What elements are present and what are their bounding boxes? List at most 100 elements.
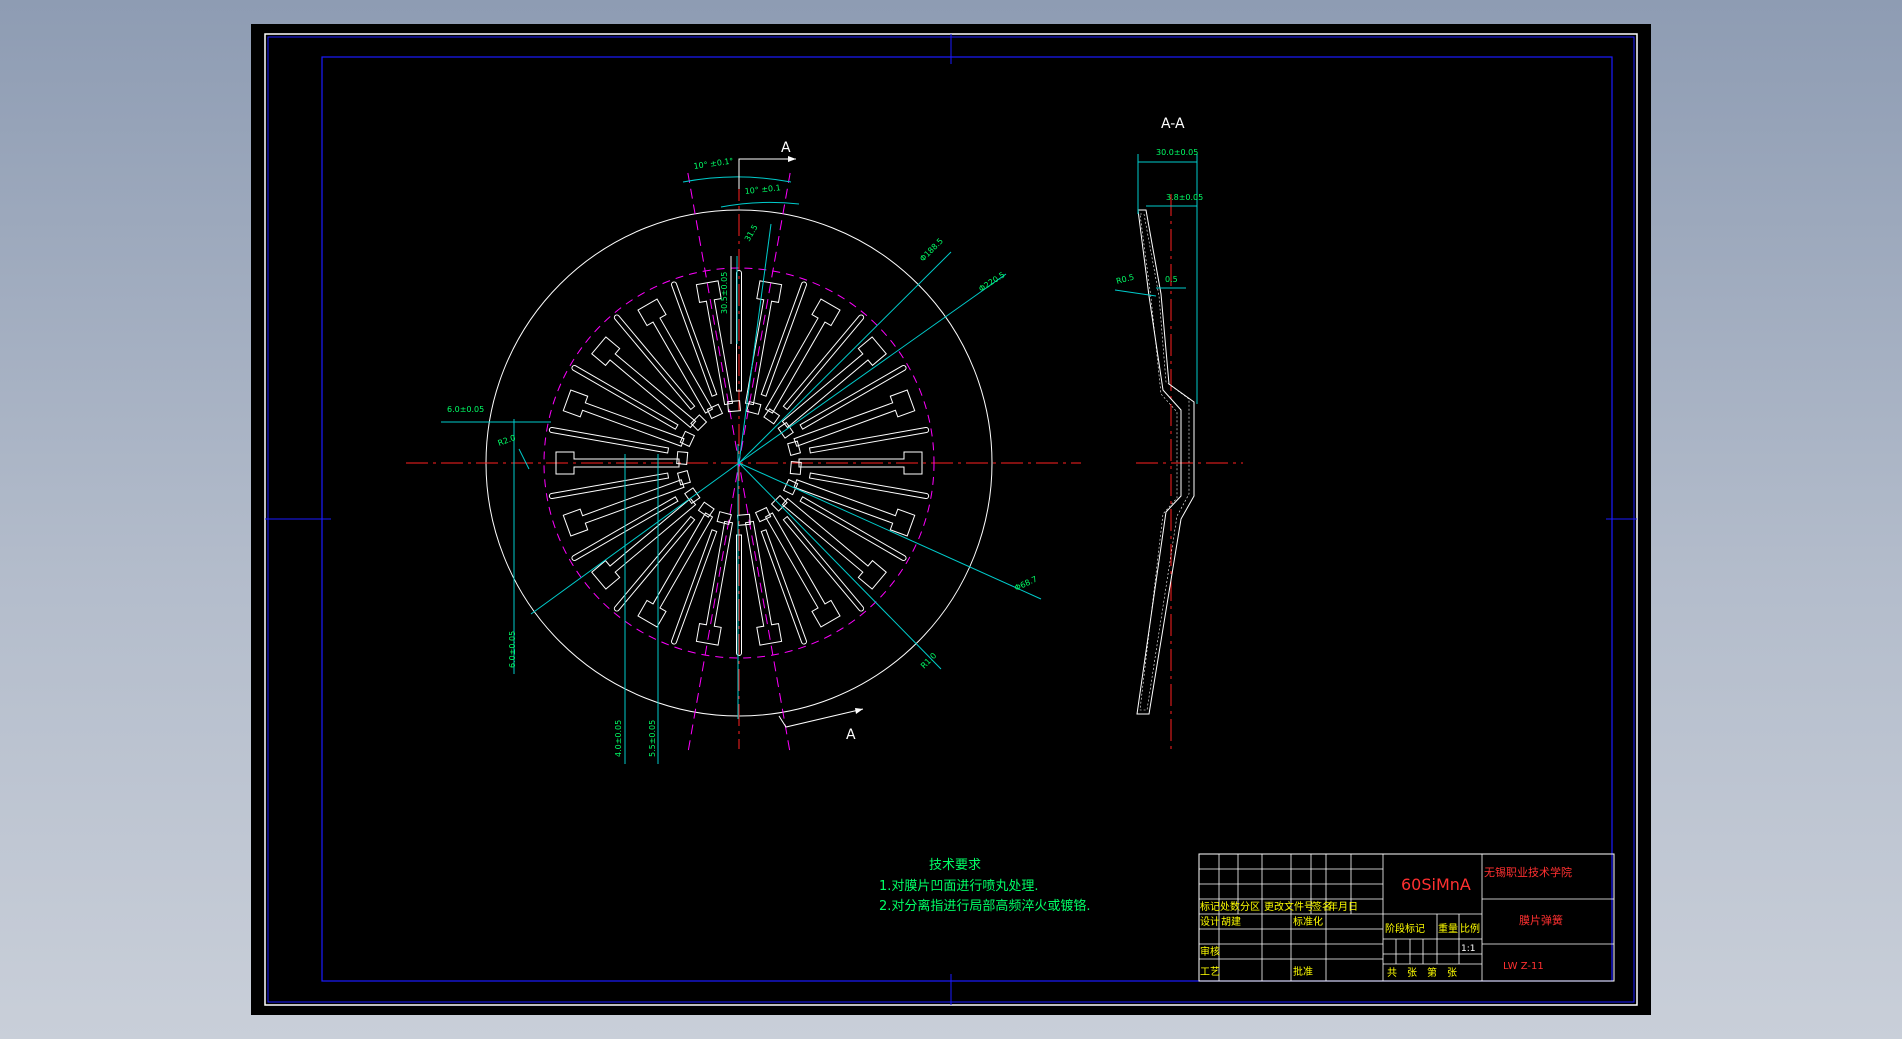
label-approve: 批准: [1293, 965, 1313, 978]
school-name: 无锡职业技术学院: [1484, 865, 1572, 879]
dim-dia-2: Φ220.5: [977, 270, 1006, 293]
dim-dia-1: Φ188.5: [918, 236, 945, 263]
slot-3: [760, 529, 807, 645]
finger-4: [744, 520, 783, 646]
leader-dia-2: [738, 273, 1007, 464]
sheets-label: 共 张 第 张: [1387, 966, 1457, 979]
finger-12: [637, 298, 714, 414]
dim-h-1: 4.0±0.05: [614, 720, 623, 757]
dim-dia-3: Φ68.7: [1013, 574, 1039, 592]
finger-outline: [695, 520, 734, 646]
inner-tab-11: [690, 414, 708, 432]
finger-14: [744, 280, 783, 406]
slot-5: [671, 529, 718, 645]
note-item-2: 2.对分离指进行局部高频淬火或镀铬.: [879, 898, 1091, 914]
finger-outline: [744, 520, 783, 646]
dim-depth-total: 30.0±0.05: [1156, 148, 1198, 157]
inner-tab-17: [787, 440, 802, 456]
slot-outline: [548, 427, 670, 454]
notes-title: 技术要求: [929, 858, 981, 873]
dim-rim-t: 0.5: [1165, 275, 1178, 284]
note-item-1: 1.对膜片凹面进行喷丸处理.: [879, 879, 1039, 894]
finger-outline: [637, 298, 714, 414]
label-process: 工艺: [1200, 966, 1220, 978]
section-marker-bottom: A: [778, 708, 864, 743]
dim-width-lower: 6.0±0.05: [508, 631, 517, 668]
dim-slot-offset: 31.5: [743, 223, 760, 243]
slot-outline: [760, 281, 807, 397]
inner-tab: [763, 408, 781, 425]
dim-rim-r: R0.5: [1115, 273, 1135, 286]
label-review: 审核: [1200, 945, 1220, 958]
part-name: 膜片弹簧: [1519, 913, 1563, 927]
angle-arc-outer: [682, 176, 792, 183]
title-block: 标记 处数 分区 更改文件号 签名 年月日 设计 胡建 标准化 审核 工艺 批准…: [1198, 853, 1615, 982]
section-label-bottom: A: [846, 727, 856, 743]
finger-outline: [764, 512, 841, 628]
label-count: 处数: [1220, 900, 1240, 913]
section-profile: [1136, 209, 1195, 715]
inner-tab-15: [763, 408, 781, 425]
slot-outline: [808, 472, 930, 499]
dim-depth-top: 3.8±0.05: [1166, 193, 1203, 202]
section-view-a-a: [1114, 154, 1243, 754]
designer-name: 胡建: [1221, 915, 1241, 928]
inner-tab: [697, 501, 715, 518]
label-stage-mark: 阶段标记: [1385, 922, 1425, 935]
leader-radius: [738, 462, 942, 670]
angle-arc-inner: [720, 201, 800, 208]
drawing-sheet: A A A-A 10° ±0.1° 10° ±0.1 31.5 30.5±0.0…: [251, 24, 1651, 1015]
slot-8: [548, 472, 670, 499]
label-zone: 分区: [1240, 901, 1260, 913]
inner-tab-12: [706, 403, 724, 420]
leader-rim: [1114, 289, 1157, 297]
slot-9: [548, 427, 670, 454]
label-date: 年月日: [1328, 900, 1358, 913]
label-design: 设计: [1200, 915, 1220, 928]
inner-tab: [787, 440, 802, 456]
label-mark: 标记: [1200, 901, 1220, 913]
finger-outline: [744, 280, 783, 406]
label-change-doc: 更改文件号: [1264, 900, 1314, 913]
finger-outline: [764, 298, 841, 414]
slot-0: [808, 472, 930, 499]
inner-tab: [706, 403, 724, 420]
slot-14: [760, 281, 807, 397]
section-view-title: A-A: [1161, 116, 1185, 132]
drawing-number: LW Z-11: [1503, 961, 1544, 972]
inner-tab-6: [697, 501, 715, 518]
leader-upper: [738, 223, 772, 464]
leader-r-left: [518, 448, 530, 470]
dim-radius-1: R1.0: [919, 651, 938, 670]
dim-h-2: 5.5±0.05: [648, 720, 657, 757]
slot-outline: [548, 472, 670, 499]
finger-5: [695, 520, 734, 646]
scale-value: 1:1: [1461, 944, 1475, 954]
dim-angle-inner: 10° ±0.1: [744, 183, 781, 196]
inner-tab: [676, 470, 691, 486]
slot-outline: [760, 529, 807, 645]
inner-tab-3: [754, 506, 772, 523]
front-view-dimensions: [441, 176, 1042, 764]
dim-thickness: 6.0±0.05: [447, 405, 484, 414]
label-weight: 重量: [1438, 922, 1458, 935]
slot-outline: [808, 427, 930, 454]
technical-notes: 技术要求 1.对膜片凹面进行喷丸处理. 2.对分离指进行局部高频淬火或镀铬.: [879, 858, 1091, 914]
slot-outline: [671, 281, 718, 397]
slot-outline: [671, 529, 718, 645]
finger-outline: [695, 280, 734, 406]
inner-frame: [321, 56, 1613, 982]
cad-drawing: A A A-A 10° ±0.1° 10° ±0.1 31.5 30.5±0.0…: [264, 33, 1638, 1006]
label-standardize: 标准化: [1293, 915, 1323, 928]
inner-tab: [690, 414, 708, 432]
material: 60SiMnA: [1401, 875, 1471, 894]
slot-12: [671, 281, 718, 397]
section-label-top: A: [781, 140, 791, 156]
inner-tab: [754, 506, 772, 523]
slot-17: [808, 427, 930, 454]
label-ratio: 比例: [1460, 922, 1480, 935]
dim-slot-length: 30.5±0.05: [720, 272, 729, 314]
inner-tab-8: [676, 470, 691, 486]
leader-dia-3: [738, 462, 1042, 600]
dim-angle-outer: 10° ±0.1°: [693, 156, 734, 171]
